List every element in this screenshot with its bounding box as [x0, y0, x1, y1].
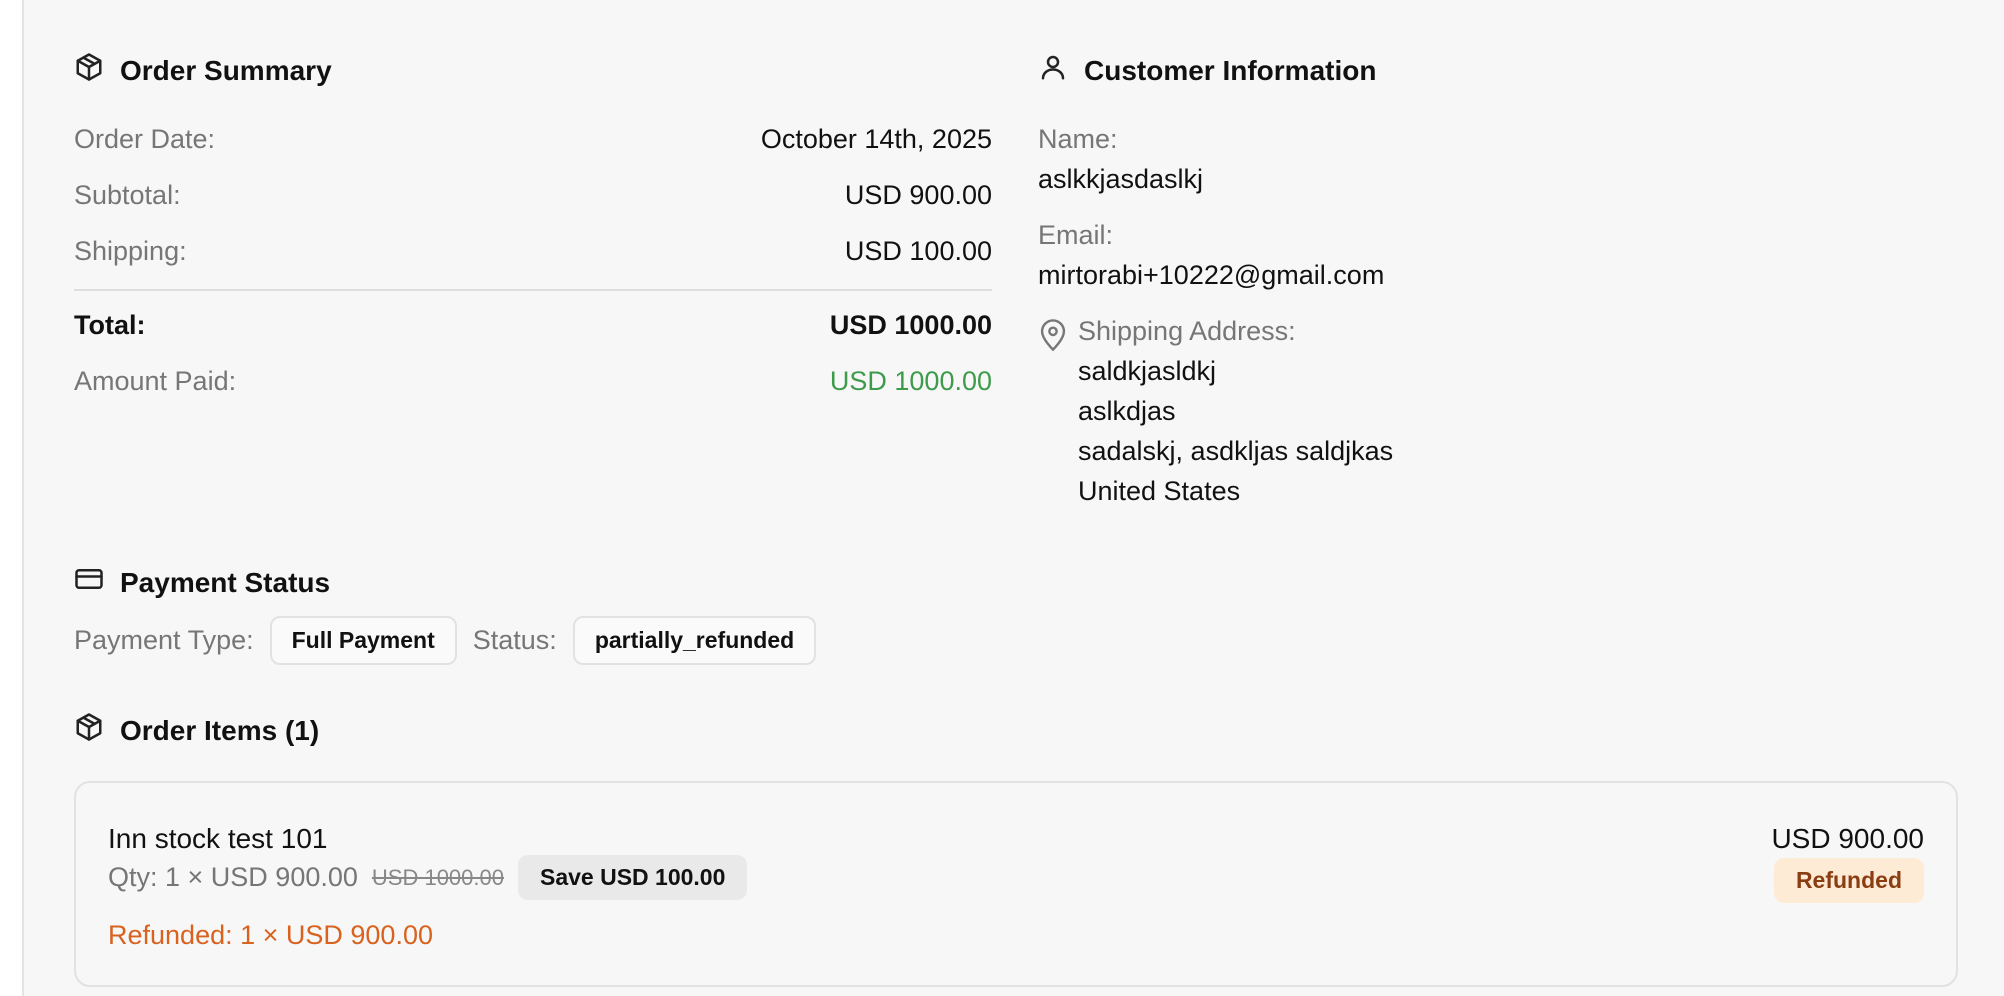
- item-original-price: USD 1000.00: [371, 864, 504, 890]
- payment-status-badge: partially_refunded: [572, 616, 817, 665]
- order-items-title: Order Items (1): [120, 714, 320, 746]
- customer-info-heading: Customer Information: [1038, 52, 1376, 89]
- item-savings-badge: Save USD 100.00: [517, 855, 748, 900]
- amount-paid-value: USD 1000.00: [829, 366, 992, 396]
- item-quantity: Qty: 1 × USD 900.00: [108, 862, 358, 892]
- order-summary-title: Order Summary: [120, 54, 332, 86]
- payment-status-label: Status:: [472, 625, 557, 655]
- shipping-label: Shipping:: [74, 236, 187, 266]
- shipping-address-label: Shipping Address:: [1078, 316, 1296, 346]
- name-label: Name:: [1038, 124, 1118, 154]
- order-date-label: Order Date:: [74, 124, 216, 154]
- subtotal-row: Subtotal: USD 900.00: [74, 180, 992, 211]
- address-line-1: saldkjasldkj: [1078, 356, 1217, 386]
- total-row: Total: USD 1000.00: [74, 310, 992, 341]
- email-label: Email:: [1038, 220, 1114, 250]
- order-date-value: October 14th, 2025: [760, 124, 992, 154]
- item-price: USD 900.00: [1771, 823, 1924, 854]
- item-name: Inn stock test 101: [108, 823, 328, 854]
- order-summary-heading: Order Summary: [74, 52, 332, 89]
- item-qty-row: Qty: 1 × USD 900.00 USD 1000.00 Save USD…: [108, 855, 748, 900]
- package-icon: [74, 52, 104, 89]
- package-icon: [74, 712, 104, 749]
- credit-card-icon: [74, 564, 104, 601]
- subtotal-value: USD 900.00: [844, 180, 992, 210]
- item-refunded-text: Refunded: 1 × USD 900.00: [108, 920, 433, 950]
- address-line-2: aslkdjas: [1078, 396, 1176, 426]
- payment-status-title: Payment Status: [120, 566, 331, 598]
- order-date-row: Order Date: October 14th, 2025: [74, 124, 992, 155]
- address-country: United States: [1078, 476, 1241, 506]
- subtotal-label: Subtotal:: [74, 180, 181, 210]
- order-details-panel: Order Summary Order Date: October 14th, …: [22, 0, 2004, 996]
- user-icon: [1038, 52, 1068, 89]
- item-refund-status-badge: Refunded: [1773, 858, 1924, 903]
- payment-status-heading: Payment Status: [74, 564, 330, 601]
- payment-type-badge: Full Payment: [269, 616, 457, 665]
- amount-paid-label: Amount Paid:: [74, 366, 237, 396]
- shipping-row: Shipping: USD 100.00: [74, 236, 992, 267]
- customer-info-title: Customer Information: [1084, 54, 1377, 86]
- order-items-heading: Order Items (1): [74, 712, 319, 749]
- order-item-card: Inn stock test 101 Qty: 1 × USD 900.00 U…: [74, 781, 1958, 987]
- customer-name: aslkkjasdaslkj: [1038, 164, 1204, 194]
- summary-divider: [74, 289, 992, 291]
- address-line-3: sadalskj, asdkljas saldjkas: [1078, 436, 1394, 466]
- payment-info-row: Payment Type: Full Payment Status: parti…: [74, 616, 817, 665]
- amount-paid-row: Amount Paid: USD 1000.00: [74, 366, 992, 397]
- payment-type-label: Payment Type:: [74, 625, 254, 655]
- total-label: Total:: [74, 310, 146, 340]
- total-value: USD 1000.00: [829, 310, 992, 340]
- shipping-value: USD 100.00: [844, 236, 992, 266]
- customer-email: mirtorabi+10222@gmail.com: [1038, 260, 1385, 290]
- map-pin-icon: [1038, 318, 1068, 352]
